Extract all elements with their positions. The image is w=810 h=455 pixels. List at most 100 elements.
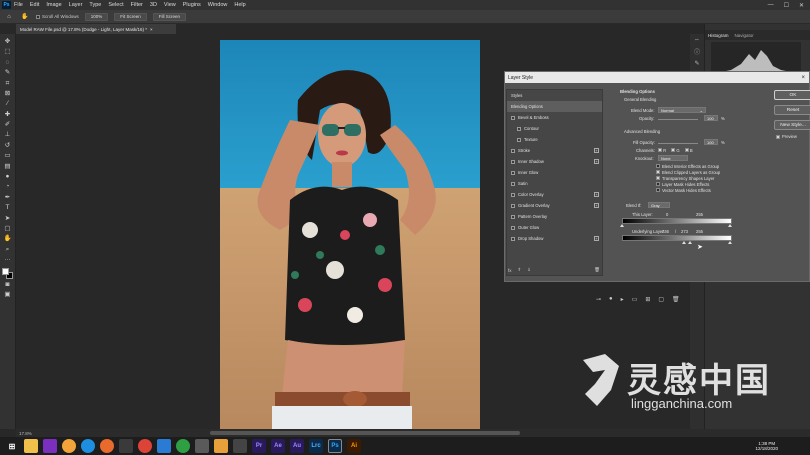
add-effect-icon[interactable]: + [594, 192, 599, 197]
knockout-select[interactable]: None [658, 155, 688, 161]
fill-opacity-slider[interactable] [658, 143, 698, 144]
menu-help[interactable]: Help [234, 2, 245, 8]
delete-layer-icon[interactable]: 🗑 [672, 296, 680, 303]
tab-histogram[interactable]: Histogram [705, 33, 732, 38]
style-item-texture[interactable]: Texture [507, 134, 602, 145]
styles-header[interactable]: Styles [507, 90, 602, 101]
preview-checkbox[interactable]: Preview [776, 134, 797, 139]
quick-select-tool-icon[interactable]: ✎ [2, 68, 14, 78]
underlying-split-slider-left[interactable] [682, 241, 686, 244]
style-checkbox[interactable] [511, 203, 515, 208]
document-tab[interactable]: Model RAW File.psd @ 17.8% (Dodge - Ligh… [16, 24, 176, 34]
add-style-icon[interactable]: ● [609, 296, 613, 302]
zoom-100-button[interactable]: 100% [84, 12, 109, 21]
style-checkbox[interactable] [517, 126, 521, 131]
blend-if-select[interactable]: Gray [648, 202, 670, 208]
settings-icon[interactable] [195, 439, 209, 453]
brush-tool-icon[interactable]: ✐ [2, 120, 14, 130]
marquee-tool-icon[interactable]: ⬚ [2, 47, 14, 57]
rectangle-tool-icon[interactable]: ▢ [2, 224, 14, 234]
lightroom-classic-icon[interactable]: Lrc [309, 439, 323, 453]
firefox-icon[interactable] [62, 439, 76, 453]
premiere-icon[interactable]: Pr [252, 439, 266, 453]
eraser-tool-icon[interactable]: ▭ [2, 151, 14, 161]
new-fill-layer-icon[interactable]: ⊞ [645, 296, 650, 303]
fit-screen-button[interactable]: Fit Screen [114, 12, 147, 21]
dialog-close-icon[interactable]: × [801, 75, 805, 81]
edge-icon[interactable] [81, 439, 95, 453]
scroll-all-windows-checkbox[interactable]: Scroll All Windows [36, 14, 79, 19]
move-down-icon[interactable]: ⇓ [527, 267, 531, 273]
fill-opacity-input[interactable]: 100 [704, 139, 718, 145]
style-item-stroke[interactable]: Stroke + [507, 145, 602, 156]
panel-toggle-icon[interactable]: ⇔ [694, 37, 700, 43]
menu-filter[interactable]: Filter [131, 2, 143, 8]
style-item-satin[interactable]: Satin [507, 178, 602, 189]
horizontal-scrollbar[interactable] [210, 431, 520, 435]
menu-select[interactable]: Select [108, 2, 123, 8]
quick-mask-icon[interactable]: ◙ [2, 280, 14, 290]
green-app-icon[interactable] [176, 439, 190, 453]
history-brush-tool-icon[interactable]: ↺ [2, 141, 14, 151]
style-checkbox[interactable] [511, 192, 515, 197]
onenote-icon[interactable] [43, 439, 57, 453]
move-tool-icon[interactable]: ✥ [2, 37, 14, 47]
gradient-tool-icon[interactable]: ▤ [2, 162, 14, 172]
more-tools-icon[interactable]: ··· [2, 255, 14, 265]
hand-tool-preset-icon[interactable]: ✋ [20, 13, 30, 21]
this-layer-gradient[interactable] [622, 218, 732, 224]
blend-mode-select[interactable]: Normal ⌄ [658, 107, 706, 113]
chrome-icon[interactable] [138, 439, 152, 453]
new-style-button[interactable]: New Style... [774, 120, 810, 130]
add-effect-icon[interactable]: + [594, 159, 599, 164]
add-mask-icon[interactable]: ▸ [621, 296, 624, 303]
maximize-icon[interactable]: ☐ [784, 2, 789, 9]
color-swatches[interactable] [1, 267, 14, 280]
add-effect-icon[interactable]: + [594, 148, 599, 153]
blur-tool-icon[interactable]: ● [2, 172, 14, 182]
app-icon[interactable] [119, 439, 133, 453]
windows-start-icon[interactable]: ⊞ [5, 439, 19, 453]
new-group-icon[interactable]: ▭ [632, 296, 638, 303]
move-up-icon[interactable]: ⇑ [518, 267, 522, 273]
model-photo[interactable] [220, 40, 480, 429]
underlying-white-slider[interactable] [728, 241, 732, 244]
close-tab-icon[interactable]: × [150, 27, 153, 32]
info-panel-icon[interactable]: ⓘ [694, 47, 700, 56]
style-item-drop-shadow[interactable]: Drop Shadow + [507, 233, 602, 244]
fill-screen-button[interactable]: Fill Screen [152, 12, 187, 21]
style-item-bevel-emboss[interactable]: Bevel & Emboss [507, 112, 602, 123]
underlying-split-slider-right[interactable] [688, 241, 692, 244]
menu-image[interactable]: Image [46, 2, 61, 8]
menu-type[interactable]: Type [89, 2, 101, 8]
style-checkbox[interactable] [511, 148, 515, 153]
style-checkbox[interactable] [517, 137, 521, 142]
after-effects-icon[interactable]: Ae [271, 439, 285, 453]
add-effect-icon[interactable]: + [594, 203, 599, 208]
trash-icon[interactable]: 🗑 [594, 267, 600, 273]
new-layer-icon[interactable]: ▢ [658, 296, 664, 303]
minimize-icon[interactable]: — [768, 2, 774, 9]
style-item-contour[interactable]: Contour [507, 123, 602, 134]
type-tool-icon[interactable]: T [2, 203, 14, 213]
terminal-icon[interactable] [233, 439, 247, 453]
tab-navigator[interactable]: Navigator [732, 33, 757, 38]
style-item-pattern-overlay[interactable]: Pattern Overlay [507, 211, 602, 222]
menu-plugins[interactable]: Plugins [183, 2, 201, 8]
menu-edit[interactable]: Edit [30, 2, 39, 8]
foreground-color-swatch[interactable] [1, 267, 9, 275]
opacity-input[interactable]: 100 [704, 115, 718, 121]
zoom-tool-icon[interactable]: ⌕ [2, 245, 14, 255]
file-explorer-icon[interactable] [24, 439, 38, 453]
this-layer-white-slider[interactable] [728, 224, 732, 227]
eyedropper-tool-icon[interactable]: ⁄ [2, 99, 14, 109]
style-item-gradient-overlay[interactable]: Gradient Overlay + [507, 200, 602, 211]
adv-checkbox-4[interactable]: Vector Mask Hides Effects [656, 187, 766, 193]
menu-layer[interactable]: Layer [69, 2, 83, 8]
path-select-tool-icon[interactable]: ➤ [2, 214, 14, 224]
channel-r-checkbox[interactable]: R [658, 148, 666, 153]
menu-file[interactable]: File [14, 2, 23, 8]
add-effect-icon[interactable]: + [594, 236, 599, 241]
hand-tool-icon[interactable]: ✋ [2, 234, 14, 244]
clone-stamp-tool-icon[interactable]: ⊥ [2, 131, 14, 141]
